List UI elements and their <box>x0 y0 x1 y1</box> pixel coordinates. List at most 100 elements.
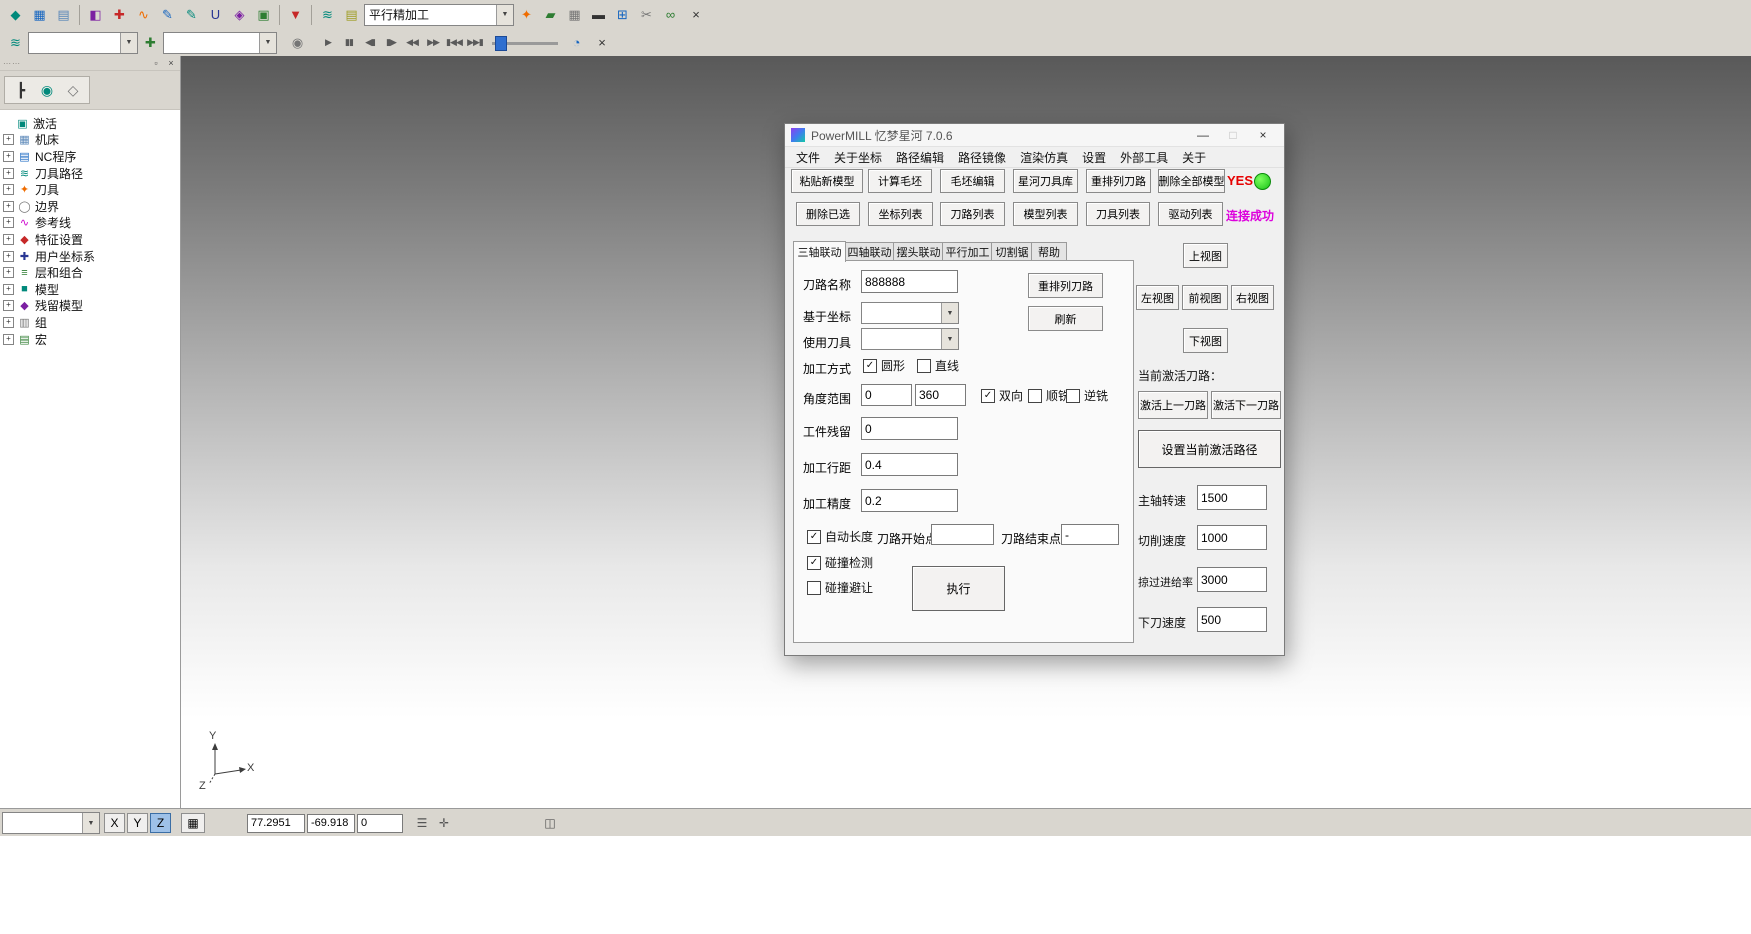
pattern-icon[interactable]: ✎ <box>156 3 179 26</box>
tree-item-levels[interactable]: + ≡ 层和组合 <box>0 264 180 281</box>
clipper-icon[interactable]: ✂ <box>635 3 658 26</box>
lightbulb-icon[interactable]: ◉ <box>286 31 309 54</box>
expander-icon[interactable]: + <box>3 300 14 311</box>
tool-list-button[interactable]: 刀具列表 <box>1086 202 1150 226</box>
sim-toolpath-dropdown[interactable]: ▼ <box>28 32 138 54</box>
chevron-down-icon[interactable]: ▼ <box>259 33 276 53</box>
tree-item-boundaries[interactable]: + ◯ 边界 <box>0 198 180 215</box>
tree-item-tools[interactable]: + ✦ 刀具 <box>0 181 180 198</box>
minimize-button[interactable]: — <box>1188 125 1218 145</box>
angle-from-input[interactable] <box>861 384 912 406</box>
sim-tool-dropdown[interactable]: ▼ <box>163 32 277 54</box>
macro-icon[interactable]: ▣ <box>252 3 275 26</box>
tree-item-patterns[interactable]: + ∿ 参考线 <box>0 215 180 232</box>
clock-icon[interactable]: ◔ <box>565 31 588 54</box>
mode-line-checkbox[interactable]: 直线 <box>917 357 959 374</box>
calc-block-button[interactable]: 计算毛坯 <box>868 169 932 193</box>
tree-item-stock-models[interactable]: + ◆ 残留模型 <box>0 298 180 315</box>
rewind-icon[interactable]: ◀◀ <box>402 33 422 53</box>
coord-y-input[interactable] <box>307 814 355 833</box>
delete-selected-button[interactable]: 删除已选 <box>796 202 860 226</box>
coord-x-input[interactable] <box>247 814 305 833</box>
print-icon[interactable]: ▤ <box>52 3 75 26</box>
conventional-mill-checkbox[interactable]: 逆铣 <box>1066 387 1108 404</box>
axe-icon[interactable]: ✦ <box>515 3 538 26</box>
toolkit-icon[interactable]: ⊞ <box>611 3 634 26</box>
set-active-path-button[interactable]: 设置当前激活路径 <box>1138 430 1281 468</box>
toolpath-name-input[interactable] <box>861 270 958 293</box>
close-icon[interactable]: × <box>165 58 177 69</box>
slider-handle[interactable] <box>495 36 507 51</box>
glasses-icon[interactable]: ∞ <box>659 3 682 26</box>
shield-icon[interactable]: ◇ <box>61 79 85 101</box>
list-options-icon[interactable]: ☰ <box>411 813 433 833</box>
toolpath-icon[interactable]: ∿ <box>132 3 155 26</box>
pause-icon[interactable]: ▮▮ <box>339 33 359 53</box>
view-top-button[interactable]: 上视图 <box>1183 243 1228 268</box>
axis-z-button[interactable]: Z <box>150 813 171 833</box>
view-right-button[interactable]: 右视图 <box>1231 285 1274 310</box>
step-back-icon[interactable]: ◀▮ <box>360 33 380 53</box>
tab-saw[interactable]: 切割锯 <box>991 242 1033 262</box>
drive-list-button[interactable]: 驱动列表 <box>1158 202 1223 226</box>
tree-item-workplanes[interactable]: + ✚ 用户坐标系 <box>0 248 180 265</box>
skim-feed-input[interactable] <box>1197 567 1267 592</box>
chevron-down-icon[interactable]: ▼ <box>496 5 513 25</box>
view-bottom-button[interactable]: 下视图 <box>1183 328 1228 353</box>
feature-icon[interactable]: U <box>204 3 227 26</box>
delete-all-models-button[interactable]: 删除全部模型 <box>1158 169 1225 193</box>
tree-item-feature-sets[interactable]: + ◆ 特征设置 <box>0 231 180 248</box>
expander-icon[interactable]: + <box>3 234 14 245</box>
expander-icon[interactable]: + <box>3 334 14 345</box>
strategy-dropdown[interactable]: 平行精加工 ▼ <box>364 4 514 26</box>
climb-mill-checkbox[interactable]: 顺铣 <box>1028 387 1070 404</box>
menu-about[interactable]: 关于 <box>1175 149 1213 166</box>
tab-parallel[interactable]: 平行加工 <box>942 242 993 262</box>
both-direction-checkbox[interactable]: ✓ 双向 <box>981 387 1023 404</box>
tree-item-groups[interactable]: + ▥ 组 <box>0 314 180 331</box>
tab-help[interactable]: 帮助 <box>1031 242 1067 262</box>
collision-check-checkbox[interactable]: ✓ 碰撞检测 <box>807 554 873 571</box>
split-view-icon[interactable]: ◫ <box>539 813 561 833</box>
start-point-input[interactable] <box>931 524 994 545</box>
chevron-down-icon[interactable]: ▼ <box>120 33 137 53</box>
expander-icon[interactable]: + <box>3 151 14 162</box>
view-front-button[interactable]: 前视图 <box>1182 285 1228 310</box>
tree-item-activate[interactable]: ▣ 激活 <box>0 115 180 132</box>
spindle-speed-input[interactable] <box>1197 485 1267 510</box>
favourites-icon[interactable]: ◈ <box>228 3 251 26</box>
tab-3axis[interactable]: 三轴联动 <box>793 241 846 262</box>
save-icon[interactable]: ▦ <box>28 3 51 26</box>
go-end-icon[interactable]: ▶▶▮ <box>465 33 485 53</box>
execute-button[interactable]: 执行 <box>912 566 1005 611</box>
hierarchy-icon[interactable]: ┣ <box>9 79 33 101</box>
block-edit-button[interactable]: 毛坯编辑 <box>940 169 1005 193</box>
tool-icon[interactable]: ▼ <box>284 3 307 26</box>
menu-ext-tools[interactable]: 外部工具 <box>1113 149 1175 166</box>
plunge-feed-input[interactable] <box>1197 607 1267 632</box>
play-icon[interactable]: ▶ <box>318 33 338 53</box>
expander-icon[interactable]: + <box>3 317 14 328</box>
expander-icon[interactable]: + <box>3 184 14 195</box>
paste-new-model-button[interactable]: 粘贴新模型 <box>791 169 863 193</box>
drag-grip-icon[interactable]: ⋯⋯ <box>3 59 21 68</box>
tree-item-machine[interactable]: + ▦ 机床 <box>0 132 180 149</box>
tree-item-models[interactable]: + ■ 模型 <box>0 281 180 298</box>
dialog-titlebar[interactable]: PowerMILL 忆梦星河 7.0.6 — □ × <box>785 124 1284 147</box>
simulate-icon[interactable]: ▰ <box>539 3 562 26</box>
model-icon[interactable]: ◆ <box>4 3 27 26</box>
tolerance-input[interactable] <box>861 489 958 512</box>
collision-avoid-checkbox[interactable]: 碰撞避让 <box>807 579 873 596</box>
counter-icon[interactable]: ▬ <box>587 3 610 26</box>
activate-prev-toolpath-button[interactable]: 激活上一刀路 <box>1138 391 1208 419</box>
block-icon[interactable]: ◧ <box>84 3 107 26</box>
grid-icon[interactable]: ▦ <box>181 813 205 833</box>
expander-icon[interactable]: + <box>3 251 14 262</box>
menu-path-mirror[interactable]: 路径镜像 <box>951 149 1013 166</box>
calculator-icon[interactable]: ▦ <box>563 3 586 26</box>
statusbar-dropdown[interactable]: ▼ <box>2 812 100 834</box>
menu-file[interactable]: 文件 <box>789 149 827 166</box>
chevron-down-icon[interactable]: ▼ <box>941 303 958 323</box>
rearrange-button[interactable]: 重排列刀路 <box>1028 273 1103 298</box>
globe-icon[interactable]: ◉ <box>35 79 59 101</box>
